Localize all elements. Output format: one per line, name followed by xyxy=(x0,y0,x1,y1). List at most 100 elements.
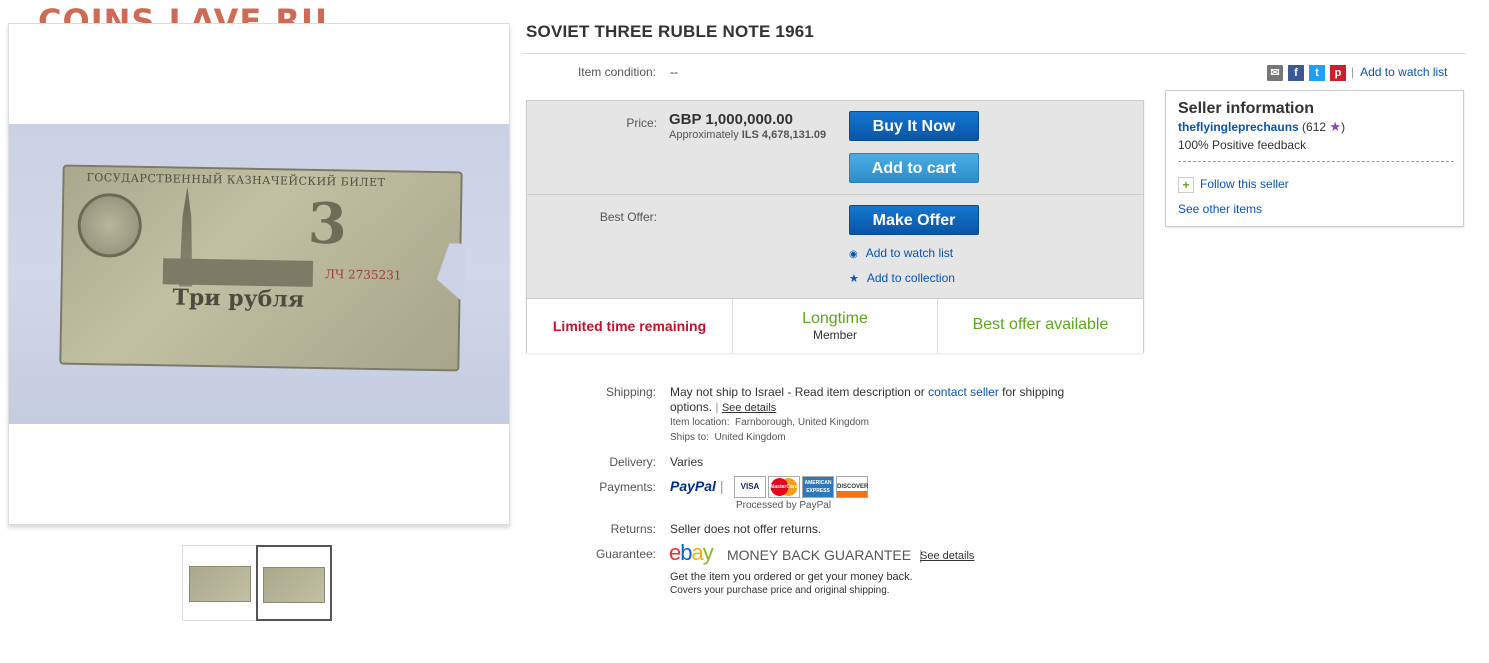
item-title: SOVIET THREE RUBLE NOTE 1961 xyxy=(526,22,815,41)
pipe-divider: | xyxy=(715,400,719,414)
add-to-watch-list-offer[interactable]: Add to watch list xyxy=(866,246,953,260)
longtime-text: Longtime xyxy=(802,310,868,327)
email-icon[interactable]: ✉ xyxy=(1267,65,1283,81)
thumbnail-image xyxy=(258,566,332,606)
banknote-image: ГОСУДАРСТВЕННЫЙ КАЗНАЧЕЙСКИЙ БИЛЕТ 3 ЛЧ … xyxy=(9,124,509,424)
shipping-see-details-link[interactable]: See details xyxy=(722,402,776,414)
amex-icon: AMERICAN EXPRESS xyxy=(802,476,834,498)
ebay-y: y xyxy=(702,540,714,565)
banknote-serial: ЛЧ 2735231 xyxy=(324,267,402,283)
mastercard-icon: MasterCard xyxy=(768,476,800,498)
ships-to: Ships to: United Kingdom xyxy=(670,432,786,443)
feedback-score-close: ) xyxy=(1341,120,1346,134)
ebay-logo: ebay xyxy=(669,540,714,566)
watch-link-row[interactable]: ◉ Add to watch list xyxy=(849,246,953,260)
approx-prefix: Approximately xyxy=(669,129,739,141)
payments-label: Payments: xyxy=(599,480,656,494)
star-rating-icon: ★ xyxy=(1329,119,1342,134)
mbg-text: MONEY BACK GUARANTEE xyxy=(727,547,912,563)
follow-seller-link[interactable]: Follow this seller xyxy=(1200,177,1289,191)
seller-heading: Seller information xyxy=(1178,100,1315,117)
paypal-divider: | xyxy=(719,478,724,494)
limited-time-text: Limited time remaining xyxy=(552,318,707,334)
banknote-words: Три рубля xyxy=(172,284,305,313)
thumbnail-1[interactable] xyxy=(182,545,258,621)
seller-info-box: Seller information theflyingleprechauns … xyxy=(1165,90,1464,227)
visa-icon: VISA xyxy=(734,476,766,498)
share-bar: ✉ f t p | Add to watch list xyxy=(1267,65,1448,81)
feedback-score[interactable]: (612 xyxy=(1302,120,1326,134)
approx-value: ILS 4,678,131.09 xyxy=(741,129,827,141)
approx-price: Approximately ILS 4,678,131.09 xyxy=(669,129,826,141)
delivery-label: Delivery: xyxy=(609,455,656,469)
seller-name-link[interactable]: theflyingleprechauns xyxy=(1178,120,1299,134)
positive-feedback: 100% Positive feedback xyxy=(1178,138,1307,152)
plus-icon: + xyxy=(1178,177,1194,193)
guarantee-line-1: Get the item you ordered or get your mon… xyxy=(670,571,913,583)
thumbnail-image xyxy=(184,565,258,605)
best-offer-label: Best Offer: xyxy=(599,210,657,224)
add-to-watch-list-link[interactable]: Add to watch list xyxy=(1360,65,1447,79)
longtime-member-cell: Longtime Member xyxy=(733,299,938,353)
contact-seller-link[interactable]: contact seller xyxy=(928,385,999,399)
title-divider xyxy=(522,53,1466,54)
buy-it-now-button[interactable]: Buy It Now xyxy=(849,111,979,141)
ships-to-value: United Kingdom xyxy=(714,432,786,443)
returns-label: Returns: xyxy=(610,522,656,536)
ships-to-label: Ships to: xyxy=(670,432,709,443)
emblem-icon xyxy=(77,192,143,258)
price-divider xyxy=(527,194,1143,195)
ebay-e: e xyxy=(669,540,681,565)
guarantee-see-details-link[interactable]: See details xyxy=(920,550,974,562)
shipping-text-3: options. xyxy=(670,400,713,414)
collection-link-row[interactable]: ★ Add to collection xyxy=(849,271,955,285)
kremlin-wall-icon xyxy=(162,258,314,287)
processed-by-paypal: Processed by PayPal xyxy=(736,500,832,511)
item-location-label: Item location: xyxy=(670,417,730,428)
item-location: Item location: Farnborough, United Kingd… xyxy=(670,417,869,428)
best-offer-cell: Best offer available xyxy=(938,299,1143,353)
shipping-text-1: May not ship to Israel - Read item descr… xyxy=(670,385,925,399)
shipping-text: May not ship to Israel - Read item descr… xyxy=(670,385,1140,416)
condition-value: -- xyxy=(670,65,678,79)
see-other-items-link[interactable]: See other items xyxy=(1178,202,1262,216)
share-divider: | xyxy=(1351,65,1355,80)
torn-edge xyxy=(424,243,465,304)
guarantee-label: Guarantee: xyxy=(595,547,656,561)
banknote-numeral: 3 xyxy=(307,190,348,258)
item-location-value: Farnborough, United Kingdom xyxy=(735,417,870,428)
facebook-icon[interactable]: f xyxy=(1288,65,1304,81)
paypal-logo: PayPal | xyxy=(670,478,723,494)
banknote-header: ГОСУДАРСТВЕННЫЙ КАЗНАЧЕЙСКИЙ БИЛЕТ xyxy=(86,170,386,190)
discover-icon: DISCOVER xyxy=(836,476,868,498)
add-to-cart-button[interactable]: Add to cart xyxy=(849,153,979,183)
limited-time-cell: Limited time remaining xyxy=(527,299,733,353)
pinterest-icon[interactable]: p xyxy=(1330,65,1346,81)
follow-seller-row[interactable]: + Follow this seller xyxy=(1178,177,1289,193)
member-text: Member xyxy=(812,328,857,342)
best-offer-available-text: Best offer available xyxy=(972,316,1109,333)
price-label: Price: xyxy=(626,116,657,130)
main-photo[interactable]: ГОСУДАРСТВЕННЫЙ КАЗНАЧЕЙСКИЙ БИЛЕТ 3 ЛЧ … xyxy=(8,23,510,525)
guarantee-line-2: Covers your purchase price and original … xyxy=(670,585,890,596)
eye-icon: ◉ xyxy=(849,249,858,260)
delivery-value: Varies xyxy=(670,455,704,469)
add-to-collection-link[interactable]: Add to collection xyxy=(867,271,955,285)
card-logos: VISA MasterCardAMERICAN EXPRESSDISCOVER xyxy=(734,476,870,498)
thumbnail-2[interactable] xyxy=(256,545,332,621)
make-offer-button[interactable]: Make Offer xyxy=(849,205,979,235)
twitter-icon[interactable]: t xyxy=(1309,65,1325,81)
highlights-strip: Limited time remaining Longtime Member B… xyxy=(527,298,1143,353)
money-back-guarantee-text: MONEY BACK GUARANTEE | xyxy=(727,547,923,563)
paypal-text: PayPal xyxy=(670,478,716,494)
price-box: Price: GBP 1,000,000.00 Approximately IL… xyxy=(526,100,1144,353)
price-value: GBP 1,000,000.00 xyxy=(669,111,793,128)
ebay-b: b xyxy=(680,540,692,565)
shipping-label: Shipping: xyxy=(605,385,656,399)
star-icon: ★ xyxy=(849,273,859,285)
shipping-text-2: for shipping xyxy=(1002,385,1065,399)
seller-divider xyxy=(1178,161,1454,162)
ebay-a: a xyxy=(691,540,704,565)
returns-value: Seller does not offer returns. xyxy=(670,522,822,536)
seller-row: theflyingleprechauns (612 ★) xyxy=(1178,119,1345,135)
